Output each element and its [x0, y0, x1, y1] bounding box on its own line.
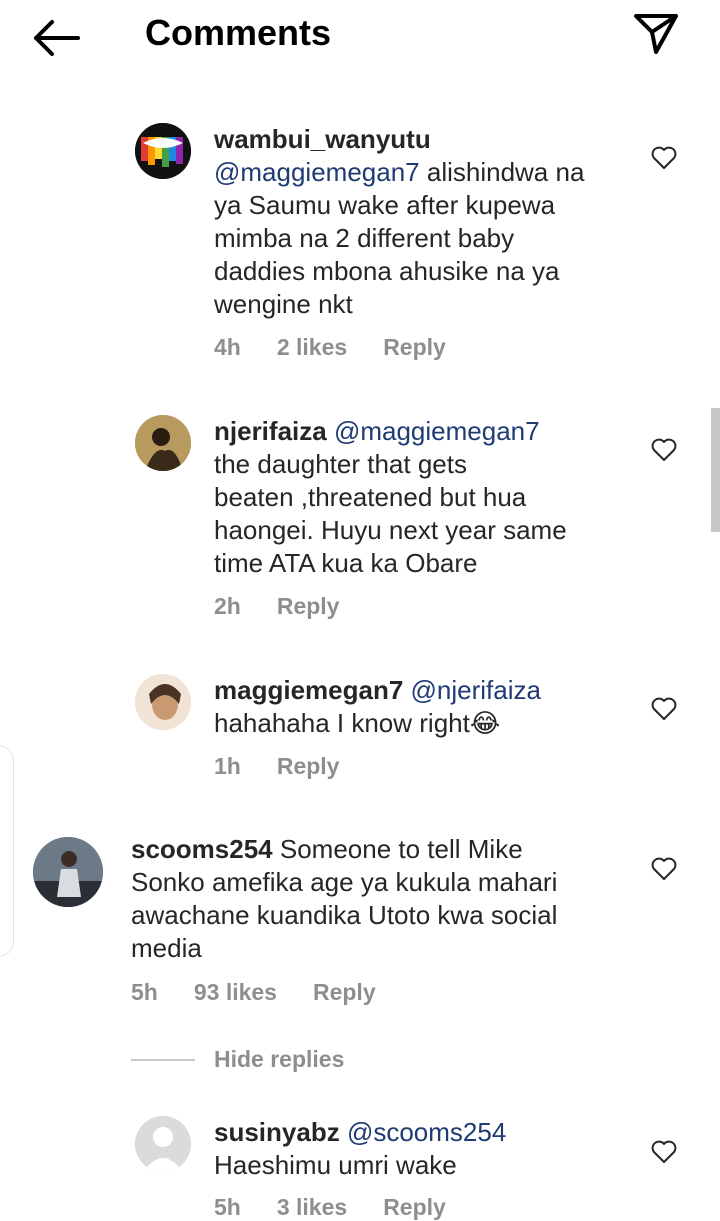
avatar[interactable] — [135, 123, 191, 179]
comment-text: alishindwa na — [419, 157, 585, 187]
mention-link[interactable]: @scooms254 — [347, 1117, 506, 1147]
comment-username[interactable]: wambui_wanyutu — [214, 123, 634, 156]
heart-icon[interactable] — [651, 697, 677, 721]
avatar[interactable] — [135, 415, 191, 471]
comment-text: Haeshimu umri wake — [214, 1150, 457, 1180]
side-panel-edge — [0, 745, 14, 957]
back-arrow-icon[interactable] — [30, 16, 82, 60]
timestamp: 5h — [214, 1194, 241, 1220]
reply-button[interactable]: Reply — [277, 753, 340, 779]
scrollbar[interactable] — [711, 408, 720, 532]
page-title: Comments — [145, 12, 332, 53]
comment-text: the daughter that gets — [214, 449, 467, 479]
reply-button[interactable]: Reply — [383, 334, 446, 360]
heart-icon[interactable] — [651, 857, 677, 881]
reply-button[interactable]: Reply — [383, 1194, 446, 1220]
comment-text: awachane kuandika Utoto kwa social — [131, 900, 558, 930]
heart-icon[interactable] — [651, 1140, 677, 1164]
comment-meta: 4h 2 likes Reply — [214, 334, 482, 361]
comment-text: time ATA kua ka Obare — [214, 548, 478, 578]
mention-link[interactable]: @njerifaiza — [411, 675, 541, 705]
comment-text: wengine nkt — [214, 289, 353, 319]
comment-text: beaten ,threatened but hua — [214, 482, 527, 512]
comment-text: daddies mbona ahusike na ya — [214, 256, 560, 286]
heart-icon[interactable] — [651, 438, 677, 462]
likes-count[interactable]: 93 likes — [194, 979, 277, 1005]
heart-icon[interactable] — [651, 146, 677, 170]
avatar[interactable] — [135, 1116, 191, 1172]
hide-replies-button[interactable]: Hide replies — [214, 1046, 344, 1073]
comment-text: media — [131, 933, 202, 963]
comment-meta: 2h Reply — [214, 593, 375, 620]
comment-username[interactable]: njerifaiza — [214, 416, 327, 446]
timestamp: 2h — [214, 593, 241, 619]
comment-username[interactable]: susinyabz — [214, 1117, 340, 1147]
comment-username[interactable]: scooms254 — [131, 834, 273, 864]
comment-text: hahahaha I know right😂 — [214, 708, 501, 738]
comment-meta: 5h 3 likes Reply — [214, 1194, 482, 1221]
timestamp: 4h — [214, 334, 241, 360]
comment-text: mimba na 2 different baby — [214, 223, 515, 253]
avatar[interactable] — [135, 674, 191, 730]
likes-count[interactable]: 3 likes — [277, 1194, 347, 1220]
reply-button[interactable]: Reply — [313, 979, 376, 1005]
reply-button[interactable]: Reply — [277, 593, 340, 619]
timestamp: 5h — [131, 979, 158, 1005]
comment-meta: 5h 93 likes Reply — [131, 979, 412, 1006]
mention-link[interactable]: @maggiemegan7 — [334, 416, 540, 446]
comment-text: ya Saumu wake after kupewa — [214, 190, 556, 220]
replies-divider — [131, 1059, 195, 1061]
comment-text: Sonko amefika age ya kukula mahari — [131, 867, 558, 897]
avatar[interactable] — [33, 837, 103, 907]
comment-text: haongei. Huyu next year same — [214, 515, 567, 545]
mention-link[interactable]: @maggiemegan7 — [214, 157, 420, 187]
top-bar: Comments — [0, 0, 720, 72]
timestamp: 1h — [214, 753, 241, 779]
paper-plane-icon[interactable] — [630, 10, 682, 58]
comment-username[interactable]: maggiemegan7 — [214, 675, 403, 705]
comment-meta: 1h Reply — [214, 753, 375, 780]
likes-count[interactable]: 2 likes — [277, 334, 347, 360]
comment-text: Someone to tell Mike — [272, 834, 523, 864]
